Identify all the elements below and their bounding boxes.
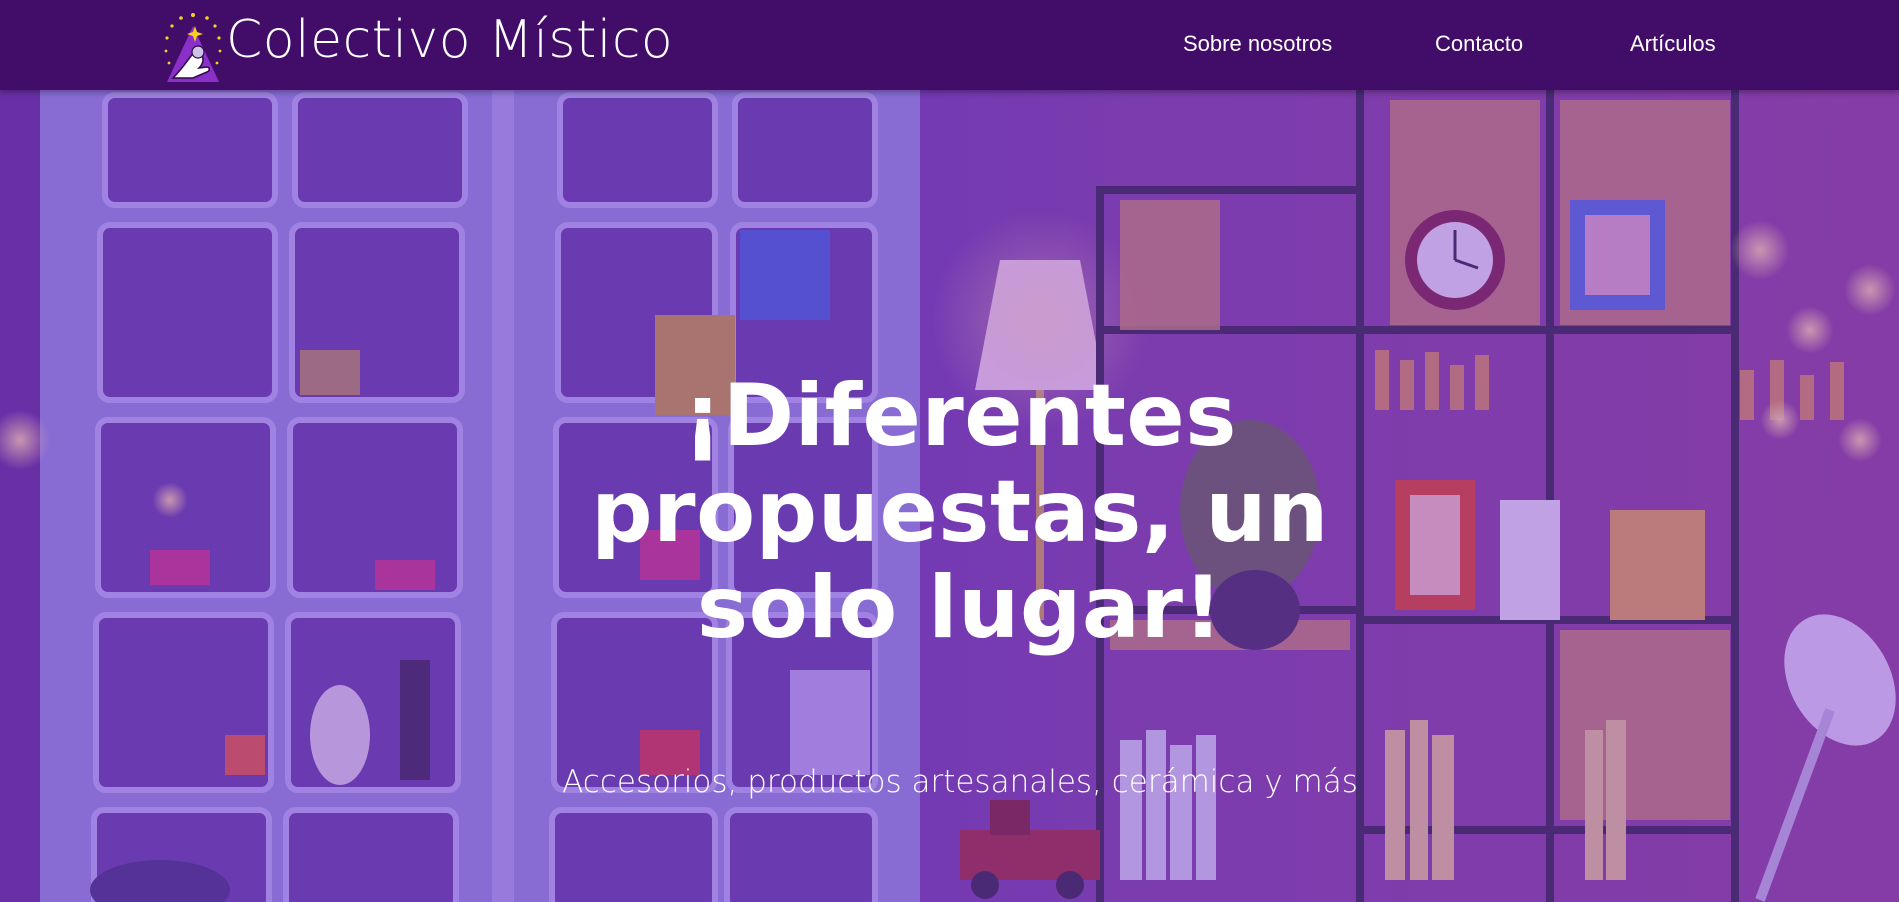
site-title[interactable]: Colectivo Místico xyxy=(226,6,673,74)
site-logo[interactable] xyxy=(163,12,223,84)
hero-heading-line-1: ¡Diferentes xyxy=(683,366,1237,466)
hero-heading-line-3: solo lugar! xyxy=(696,558,1224,658)
nav-link-articulos[interactable]: Artículos xyxy=(1630,26,1716,62)
hero-heading-line-2: propuestas, un xyxy=(591,462,1329,562)
magic-hand-star-icon xyxy=(164,13,222,82)
hero-heading: ¡Diferentes propuestas, un solo lugar! xyxy=(560,368,1360,656)
nav-link-sobre-nosotros[interactable]: Sobre nosotros xyxy=(1183,26,1332,62)
nav-link-contacto[interactable]: Contacto xyxy=(1435,26,1523,62)
hero-subheading: Accesorios, productos artesanales, cerám… xyxy=(562,764,1358,800)
site-header: Colectivo Místico Sobre nosotros Contact… xyxy=(0,0,1899,90)
hero-section: ¡Diferentes propuestas, un solo lugar! Acc… xyxy=(0,90,1899,902)
